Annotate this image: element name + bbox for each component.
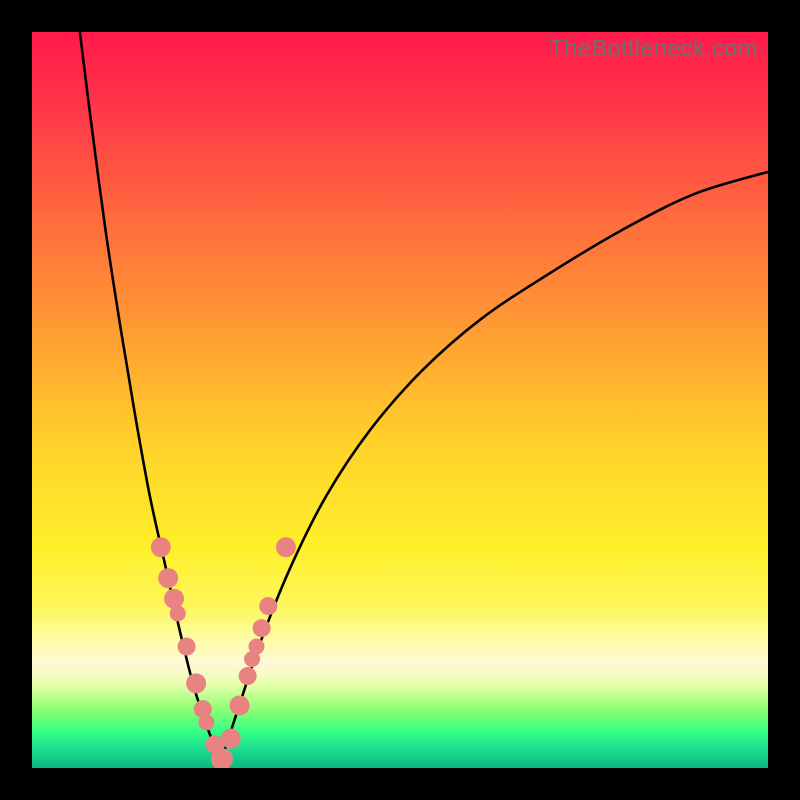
marker-point [248,639,264,655]
marker-point [186,673,206,693]
curve-left-branch [80,32,221,761]
marker-point [253,619,271,637]
marker-group [151,537,296,768]
marker-point [151,537,171,557]
plot-area: TheBottleneck.com [32,32,768,768]
marker-point [164,589,184,609]
outer-frame: TheBottleneck.com [0,0,800,800]
marker-point [178,638,196,656]
marker-point [259,597,277,615]
marker-point [198,714,214,730]
chart-svg [32,32,768,768]
marker-point [158,568,178,588]
watermark-text: TheBottleneck.com [549,35,758,63]
marker-point [230,695,250,715]
curve-right-branch [221,172,768,761]
marker-point [239,667,257,685]
marker-point [221,729,241,749]
marker-point [276,537,296,557]
marker-point [170,605,186,621]
